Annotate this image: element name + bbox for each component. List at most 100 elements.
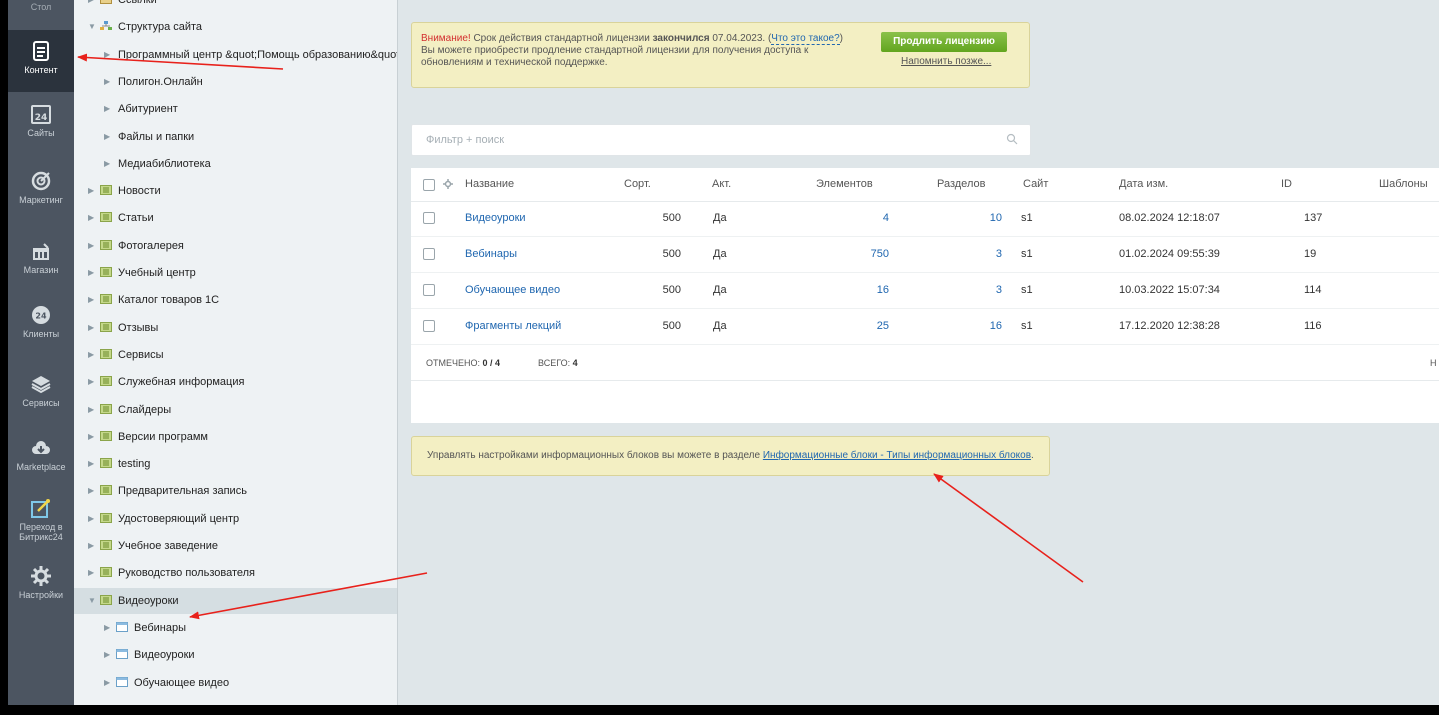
tree-item[interactable]: ▶ Предварительная запись [74,478,397,504]
column-header-site[interactable]: Сайт [1023,178,1048,190]
tree-item[interactable]: ▶ Статьи [74,205,397,231]
tree-expand-arrow-icon[interactable]: ▶ [104,670,110,696]
column-settings-gear-icon[interactable] [443,179,453,189]
tree-expand-arrow-icon[interactable]: ▶ [88,205,94,231]
tree-expand-arrow-icon[interactable]: ▶ [88,342,94,368]
cell-elements-link[interactable]: 4 [849,212,889,224]
tree-item[interactable]: ▶ Учебное заведение [74,533,397,559]
select-all-checkbox[interactable] [423,179,435,191]
cell-elements-link[interactable]: 25 [849,320,889,332]
tree-item[interactable]: ▶ Каталог товаров 1С [74,287,397,313]
menu-item-bitrix24[interactable]: Переход в Битрикс24 [8,497,74,549]
menu-item-settings[interactable]: Настройки [8,565,74,607]
tree-expand-arrow-icon[interactable]: ▶ [104,96,110,122]
tree-item[interactable]: ▶ Новости [74,178,397,204]
row-checkbox[interactable] [423,212,435,224]
tree-item[interactable]: ▼ Видеоуроки [74,587,397,614]
row-checkbox[interactable] [423,284,435,296]
cell-elements-link[interactable]: 750 [849,248,889,260]
tree-item[interactable]: ▶ Сервисы [74,342,397,368]
cell-sections-link[interactable]: 10 [962,212,1002,224]
column-header-sort[interactable]: Сорт. [624,178,651,190]
tree-expand-arrow-icon[interactable]: ▶ [104,124,110,150]
menu-item-clients[interactable]: 24 Клиенты [8,304,74,346]
menu-item-services[interactable]: Сервисы [8,373,74,415]
tree-expand-arrow-icon[interactable]: ▶ [88,397,94,423]
tree-expand-arrow-icon[interactable]: ▶ [88,315,94,341]
tree-item[interactable]: ▶ Удостоверяющий центр [74,506,397,532]
row-checkbox[interactable] [423,320,435,332]
column-header-active[interactable]: Акт. [712,178,731,190]
tree-item[interactable]: ▶ Фотогалерея [74,233,397,259]
column-header-date[interactable]: Дата изм. [1119,178,1168,190]
search-icon[interactable] [1006,133,1018,145]
tree-expand-arrow-icon[interactable]: ▶ [88,506,94,532]
cell-sections-link[interactable]: 3 [962,248,1002,260]
column-header-id[interactable]: ID [1281,178,1292,190]
menu-item-sites[interactable]: 24 Сайты [8,103,74,145]
tree-item[interactable]: ▶ Учебный центр [74,260,397,286]
tree-item[interactable]: ▶ Отзывы [74,315,397,341]
menu-item-desktop-cut[interactable]: Стол [8,0,74,14]
tree-item[interactable]: ▶ Вебинары [74,615,397,641]
tree-item[interactable]: ▼ Структура сайта [74,14,397,40]
column-header-elements[interactable]: Элементов [816,178,873,190]
tree-collapse-arrow-icon[interactable]: ▼ [88,14,96,40]
tree-item[interactable]: ▶ Видеоуроки [74,642,397,668]
tree-item[interactable]: ▶ testing [74,451,397,477]
table-row[interactable]: Видеоуроки 500 Да 4 10 s1 08.02.2024 12:18:07 1… [411,201,1439,237]
tree-expand-arrow-icon[interactable]: ▶ [88,478,94,504]
tree-expand-arrow-icon[interactable]: ▶ [88,0,94,13]
tree-expand-arrow-icon[interactable]: ▶ [104,151,110,177]
tree-expand-arrow-icon[interactable]: ▶ [88,287,94,313]
menu-item-marketplace[interactable]: Marketplace [8,437,74,479]
tree-expand-arrow-icon[interactable]: ▶ [104,42,110,68]
what-is-this-link[interactable]: Что это такое? [771,33,840,45]
tree-item[interactable]: ▶ Обучающее видео [74,670,397,696]
filter-search-input[interactable]: Фильтр + поиск [426,134,504,146]
column-header-templates[interactable]: Шаблоны [1379,178,1428,190]
cell-sections-link[interactable]: 16 [962,320,1002,332]
filter-search-box[interactable]: Фильтр + поиск [411,124,1031,156]
column-header-name[interactable]: Название [465,178,514,190]
tree-expand-arrow-icon[interactable]: ▶ [88,178,94,204]
tree-item[interactable]: ▶ Файлы и папки [74,124,397,150]
tree-item[interactable]: ▶ Версии программ [74,424,397,450]
tree-expand-arrow-icon[interactable]: ▶ [88,233,94,259]
tree-item[interactable]: ▶ Слайдеры [74,397,397,423]
tree-expand-arrow-icon[interactable]: ▶ [88,533,94,559]
menu-item-marketing[interactable]: Маркетинг [8,170,74,212]
cell-elements-link[interactable]: 16 [849,284,889,296]
menu-item-shop[interactable]: Магазин [8,240,74,282]
tree-item[interactable]: ▶ Программный центр &quot;Помощь образова… [74,42,397,68]
tree-expand-arrow-icon[interactable]: ▶ [88,560,94,586]
cell-name-link[interactable]: Обучающее видео [465,284,560,296]
tree-expand-arrow-icon[interactable]: ▶ [88,260,94,286]
column-header-sections[interactable]: Разделов [937,178,985,190]
tree-item[interactable]: ▶ Руководство пользователя [74,560,397,586]
table-row[interactable]: Вебинары 500 Да 750 3 s1 01.02.2024 09:55:39 19 [411,237,1439,273]
tree-item[interactable]: ▶ Абитуриент [74,96,397,122]
row-checkbox[interactable] [423,248,435,260]
table-row[interactable]: Обучающее видео 500 Да 16 3 s1 10.03.2022 15:0… [411,273,1439,309]
tree-expand-arrow-icon[interactable]: ▶ [88,424,94,450]
tree-item[interactable]: ▶ Ссылки [74,0,397,13]
remind-later-link[interactable]: Напомнить позже... [901,56,991,67]
iblock-types-link[interactable]: Информационные блоки - Типы информационн… [763,450,1031,461]
cell-name-link[interactable]: Фрагменты лекций [465,320,561,332]
tree-expand-arrow-icon[interactable]: ▶ [104,642,110,668]
tree-expand-arrow-icon[interactable]: ▶ [104,615,110,641]
cell-name-link[interactable]: Видеоуроки [465,212,526,224]
tree-item[interactable]: ▶ Служебная информация [74,369,397,395]
tree-expand-arrow-icon[interactable]: ▶ [104,69,110,95]
tree-expand-arrow-icon[interactable]: ▶ [88,369,94,395]
tree-item[interactable]: ▶ Полигон.Онлайн [74,69,397,95]
table-row[interactable]: Фрагменты лекций 500 Да 25 16 s1 17.12.2020 12… [411,309,1439,345]
renew-license-button[interactable]: Продлить лицензию [881,32,1007,52]
menu-item-content[interactable]: Контент [8,30,74,92]
cell-sections-link[interactable]: 3 [962,284,1002,296]
tree-expand-arrow-icon[interactable]: ▶ [88,451,94,477]
tree-collapse-arrow-icon[interactable]: ▼ [88,588,96,614]
cell-name-link[interactable]: Вебинары [465,248,517,260]
tree-item[interactable]: ▶ Медиабиблиотека [74,151,397,177]
